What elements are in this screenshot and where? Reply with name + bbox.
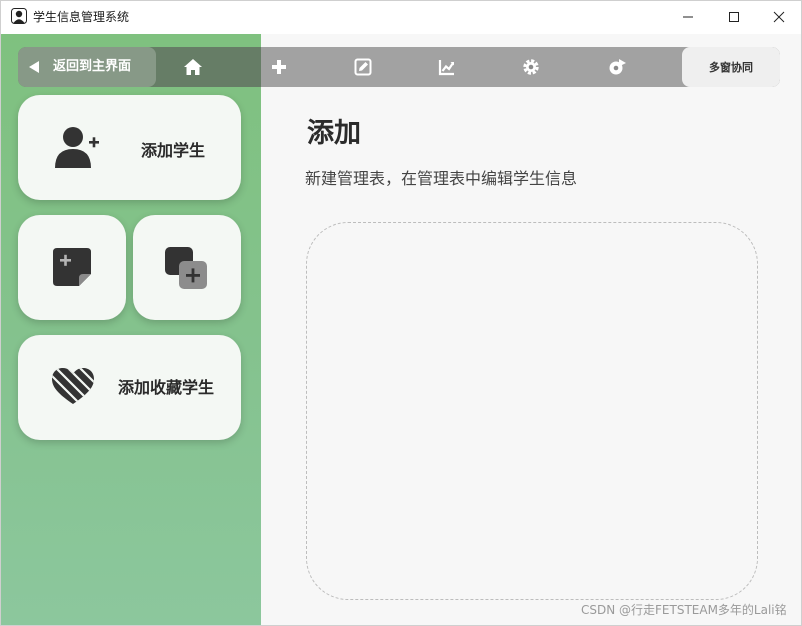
watermark-text: CSDN @行走FETSTEAM多年的Lali铭 xyxy=(581,603,787,617)
minimize-button[interactable] xyxy=(665,1,711,33)
minimize-icon xyxy=(683,16,693,18)
top-toolbar: 返回到主界面 多窗协同 xyxy=(18,47,780,87)
back-to-main-button[interactable]: 返回到主界面 xyxy=(18,47,156,87)
plus-icon[interactable] xyxy=(269,57,289,77)
content-area: 添加 新建管理表，在管理表中编辑学生信息 CSDN @行走FETSTEAM多年的… xyxy=(1,34,801,625)
copy-table-card[interactable] xyxy=(133,215,241,320)
share-icon[interactable] xyxy=(607,57,627,77)
close-icon xyxy=(773,11,785,23)
close-button[interactable] xyxy=(756,1,802,33)
window-title: 学生信息管理系统 xyxy=(33,10,130,24)
back-button-label: 返回到主界面 xyxy=(53,59,132,74)
add-student-label: 添加学生 xyxy=(141,141,206,160)
add-student-card[interactable]: 添加学生 xyxy=(18,95,241,200)
maximize-button[interactable] xyxy=(711,1,757,33)
table-drop-zone[interactable] xyxy=(306,222,758,600)
app-user-icon xyxy=(11,8,27,24)
chart-icon[interactable] xyxy=(437,57,457,77)
back-arrow-icon xyxy=(29,61,39,73)
copy-add-icon xyxy=(165,247,209,295)
home-icon[interactable] xyxy=(183,57,203,77)
heart-icon xyxy=(52,368,94,410)
add-favorite-student-label: 添加收藏学生 xyxy=(118,378,215,397)
page-subtitle: 新建管理表，在管理表中编辑学生信息 xyxy=(305,169,578,188)
edit-icon[interactable] xyxy=(353,57,373,77)
multi-window-button[interactable]: 多窗协同 xyxy=(682,47,780,87)
page-title: 添加 xyxy=(307,118,361,149)
gear-icon[interactable] xyxy=(521,57,541,77)
title-bar: 学生信息管理系统 xyxy=(1,1,801,34)
add-user-icon xyxy=(55,126,101,174)
app-window: 学生信息管理系统 添加 新建管理表，在管理表中编辑学生信息 CSDN @行走FE… xyxy=(0,0,802,626)
main-panel: 添加 新建管理表，在管理表中编辑学生信息 CSDN @行走FETSTEAM多年的… xyxy=(261,34,801,625)
add-favorite-student-card[interactable]: 添加收藏学生 xyxy=(18,335,241,440)
new-table-card[interactable] xyxy=(18,215,126,320)
new-note-icon xyxy=(53,248,93,292)
maximize-icon xyxy=(729,12,739,22)
